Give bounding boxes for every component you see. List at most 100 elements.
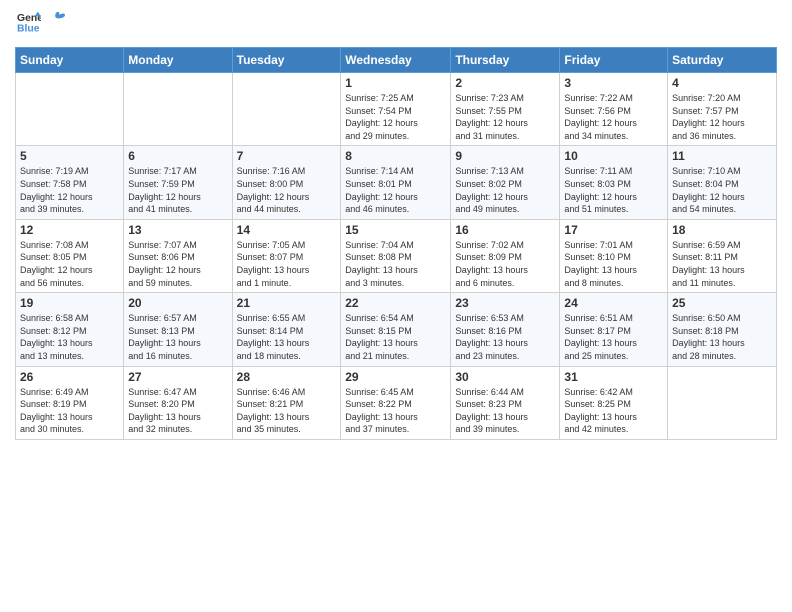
logo: General Blue: [15, 10, 65, 39]
calendar-cell: 20Sunrise: 6:57 AM Sunset: 8:13 PM Dayli…: [124, 293, 232, 366]
weekday-header-row: SundayMondayTuesdayWednesdayThursdayFrid…: [16, 48, 777, 73]
day-info: Sunrise: 7:23 AM Sunset: 7:55 PM Dayligh…: [455, 92, 555, 142]
day-number: 7: [237, 149, 337, 163]
day-number: 6: [128, 149, 227, 163]
day-info: Sunrise: 6:42 AM Sunset: 8:25 PM Dayligh…: [564, 386, 663, 436]
day-number: 18: [672, 223, 772, 237]
day-info: Sunrise: 7:08 AM Sunset: 8:05 PM Dayligh…: [20, 239, 119, 289]
day-number: 14: [237, 223, 337, 237]
calendar-week-2: 5 Sunrise: 7:19 AM Sunset: 7:58 PM Daylig…: [16, 146, 777, 219]
calendar-cell: 11Sunrise: 7:10 AM Sunset: 8:04 PM Dayli…: [668, 146, 777, 219]
calendar-cell: 26 Sunrise: 6:49 AM Sunset: 8:19 PM Dayli…: [16, 366, 124, 439]
day-info: Sunrise: 7:22 AM Sunset: 7:56 PM Dayligh…: [564, 92, 663, 142]
day-number: 22: [345, 296, 446, 310]
day-number: 1: [345, 76, 446, 90]
calendar-cell: [124, 73, 232, 146]
calendar-cell: 7 Sunrise: 7:16 AM Sunset: 8:00 PM Daylig…: [232, 146, 341, 219]
calendar-cell: 24Sunrise: 6:51 AM Sunset: 8:17 PM Dayli…: [560, 293, 668, 366]
day-info: Sunrise: 7:04 AM Sunset: 8:08 PM Dayligh…: [345, 239, 446, 289]
day-info: Sunrise: 7:19 AM Sunset: 7:58 PM Dayligh…: [20, 165, 119, 215]
calendar-cell: 14 Sunrise: 7:05 AM Sunset: 8:07 PM Dayli…: [232, 219, 341, 292]
day-info: Sunrise: 6:45 AM Sunset: 8:22 PM Dayligh…: [345, 386, 446, 436]
day-number: 16: [455, 223, 555, 237]
day-number: 17: [564, 223, 663, 237]
day-info: Sunrise: 7:07 AM Sunset: 8:06 PM Dayligh…: [128, 239, 227, 289]
day-info: Sunrise: 7:14 AM Sunset: 8:01 PM Dayligh…: [345, 165, 446, 215]
day-number: 10: [564, 149, 663, 163]
day-info: Sunrise: 6:49 AM Sunset: 8:19 PM Dayligh…: [20, 386, 119, 436]
day-info: Sunrise: 6:59 AM Sunset: 8:11 PM Dayligh…: [672, 239, 772, 289]
weekday-header-thursday: Thursday: [451, 48, 560, 73]
logo-icon: General Blue: [17, 10, 41, 34]
weekday-header-wednesday: Wednesday: [341, 48, 451, 73]
day-number: 28: [237, 370, 337, 384]
day-info: Sunrise: 6:57 AM Sunset: 8:13 PM Dayligh…: [128, 312, 227, 362]
day-number: 31: [564, 370, 663, 384]
day-info: Sunrise: 7:02 AM Sunset: 8:09 PM Dayligh…: [455, 239, 555, 289]
calendar-cell: 8 Sunrise: 7:14 AM Sunset: 8:01 PM Daylig…: [341, 146, 451, 219]
day-number: 19: [20, 296, 119, 310]
weekday-header-tuesday: Tuesday: [232, 48, 341, 73]
calendar-cell: 31 Sunrise: 6:42 AM Sunset: 8:25 PM Dayli…: [560, 366, 668, 439]
calendar: SundayMondayTuesdayWednesdayThursdayFrid…: [15, 47, 777, 440]
day-info: Sunrise: 7:01 AM Sunset: 8:10 PM Dayligh…: [564, 239, 663, 289]
weekday-header-saturday: Saturday: [668, 48, 777, 73]
calendar-cell: 5 Sunrise: 7:19 AM Sunset: 7:58 PM Daylig…: [16, 146, 124, 219]
day-info: Sunrise: 7:05 AM Sunset: 8:07 PM Dayligh…: [237, 239, 337, 289]
day-number: 2: [455, 76, 555, 90]
day-info: Sunrise: 6:46 AM Sunset: 8:21 PM Dayligh…: [237, 386, 337, 436]
day-number: 9: [455, 149, 555, 163]
day-number: 3: [564, 76, 663, 90]
day-number: 26: [20, 370, 119, 384]
calendar-cell: 27 Sunrise: 6:47 AM Sunset: 8:20 PM Dayli…: [124, 366, 232, 439]
day-info: Sunrise: 7:11 AM Sunset: 8:03 PM Dayligh…: [564, 165, 663, 215]
calendar-cell: 29 Sunrise: 6:45 AM Sunset: 8:22 PM Dayli…: [341, 366, 451, 439]
day-number: 5: [20, 149, 119, 163]
calendar-cell: 12Sunrise: 7:08 AM Sunset: 8:05 PM Dayli…: [16, 219, 124, 292]
calendar-cell: [668, 366, 777, 439]
calendar-cell: 15Sunrise: 7:04 AM Sunset: 8:08 PM Dayli…: [341, 219, 451, 292]
calendar-cell: 17 Sunrise: 7:01 AM Sunset: 8:10 PM Dayli…: [560, 219, 668, 292]
calendar-cell: 9 Sunrise: 7:13 AM Sunset: 8:02 PM Daylig…: [451, 146, 560, 219]
day-info: Sunrise: 7:16 AM Sunset: 8:00 PM Dayligh…: [237, 165, 337, 215]
day-number: 13: [128, 223, 227, 237]
day-info: Sunrise: 7:17 AM Sunset: 7:59 PM Dayligh…: [128, 165, 227, 215]
day-number: 29: [345, 370, 446, 384]
header: General Blue: [15, 10, 777, 39]
calendar-cell: 25 Sunrise: 6:50 AM Sunset: 8:18 PM Dayli…: [668, 293, 777, 366]
day-number: 11: [672, 149, 772, 163]
day-info: Sunrise: 7:25 AM Sunset: 7:54 PM Dayligh…: [345, 92, 446, 142]
calendar-cell: 28 Sunrise: 6:46 AM Sunset: 8:21 PM Dayli…: [232, 366, 341, 439]
day-info: Sunrise: 6:44 AM Sunset: 8:23 PM Dayligh…: [455, 386, 555, 436]
day-number: 4: [672, 76, 772, 90]
calendar-cell: 2 Sunrise: 7:23 AM Sunset: 7:55 PM Daylig…: [451, 73, 560, 146]
weekday-header-monday: Monday: [124, 48, 232, 73]
calendar-cell: 18 Sunrise: 6:59 AM Sunset: 8:11 PM Dayli…: [668, 219, 777, 292]
day-number: 30: [455, 370, 555, 384]
day-info: Sunrise: 6:53 AM Sunset: 8:16 PM Dayligh…: [455, 312, 555, 362]
day-info: Sunrise: 6:58 AM Sunset: 8:12 PM Dayligh…: [20, 312, 119, 362]
calendar-cell: [232, 73, 341, 146]
calendar-cell: 22 Sunrise: 6:54 AM Sunset: 8:15 PM Dayli…: [341, 293, 451, 366]
calendar-cell: 19 Sunrise: 6:58 AM Sunset: 8:12 PM Dayli…: [16, 293, 124, 366]
day-number: 21: [237, 296, 337, 310]
day-info: Sunrise: 6:47 AM Sunset: 8:20 PM Dayligh…: [128, 386, 227, 436]
day-number: 25: [672, 296, 772, 310]
day-number: 23: [455, 296, 555, 310]
day-info: Sunrise: 6:54 AM Sunset: 8:15 PM Dayligh…: [345, 312, 446, 362]
calendar-cell: 4Sunrise: 7:20 AM Sunset: 7:57 PM Daylig…: [668, 73, 777, 146]
calendar-cell: 10 Sunrise: 7:11 AM Sunset: 8:03 PM Dayli…: [560, 146, 668, 219]
day-number: 8: [345, 149, 446, 163]
calendar-week-1: 1 Sunrise: 7:25 AM Sunset: 7:54 PM Daylig…: [16, 73, 777, 146]
day-info: Sunrise: 6:50 AM Sunset: 8:18 PM Dayligh…: [672, 312, 772, 362]
weekday-header-sunday: Sunday: [16, 48, 124, 73]
page: General Blue SundayMond: [0, 0, 792, 612]
day-info: Sunrise: 7:13 AM Sunset: 8:02 PM Dayligh…: [455, 165, 555, 215]
calendar-cell: 3 Sunrise: 7:22 AM Sunset: 7:56 PM Daylig…: [560, 73, 668, 146]
calendar-cell: 6 Sunrise: 7:17 AM Sunset: 7:59 PM Daylig…: [124, 146, 232, 219]
calendar-cell: 21 Sunrise: 6:55 AM Sunset: 8:14 PM Dayli…: [232, 293, 341, 366]
calendar-cell: 30 Sunrise: 6:44 AM Sunset: 8:23 PM Dayli…: [451, 366, 560, 439]
calendar-cell: 16 Sunrise: 7:02 AM Sunset: 8:09 PM Dayli…: [451, 219, 560, 292]
day-number: 27: [128, 370, 227, 384]
day-info: Sunrise: 6:55 AM Sunset: 8:14 PM Dayligh…: [237, 312, 337, 362]
